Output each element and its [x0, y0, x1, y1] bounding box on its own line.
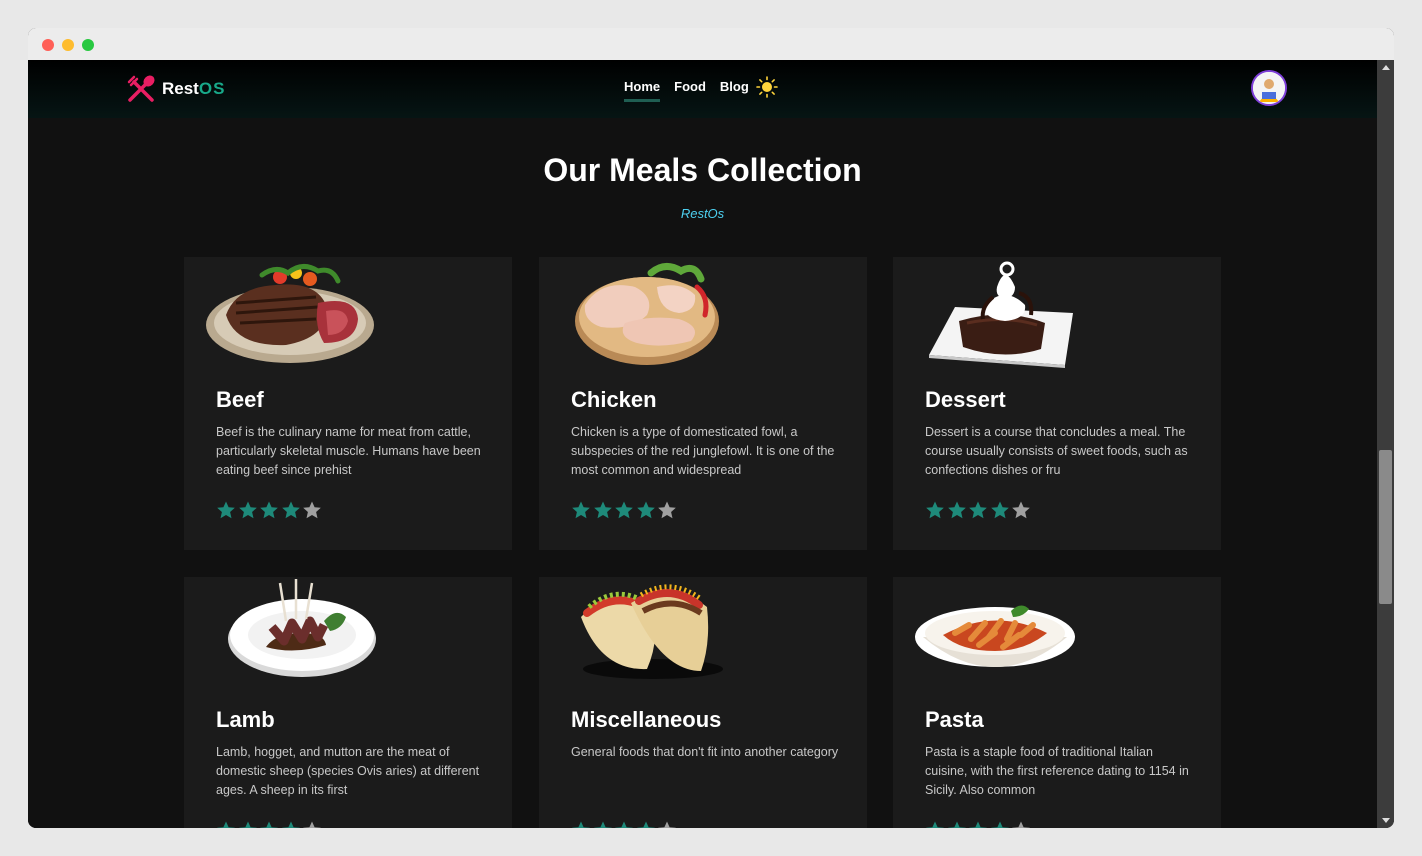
chicken-legs-board-image — [561, 257, 741, 377]
card-title: Miscellaneous — [571, 707, 722, 732]
star-rating — [571, 820, 679, 828]
star-empty-icon — [1012, 501, 1030, 519]
star-empty-icon — [1012, 821, 1030, 828]
star-filled-icon — [217, 501, 235, 519]
star-filled-icon — [990, 501, 1009, 519]
star-filled-icon — [593, 501, 612, 519]
star-filled-icon — [969, 501, 987, 519]
star-rating — [216, 820, 324, 828]
scroll-down-arrow-icon[interactable] — [1382, 818, 1390, 823]
card-title: Pasta — [925, 707, 984, 732]
spoon-fork-cross-icon — [126, 74, 156, 104]
meal-card-beef[interactable]: Beef Beef is the culinary name for meat … — [184, 257, 512, 550]
scrollbar-thumb[interactable] — [1379, 450, 1392, 604]
card-title: Beef — [216, 387, 264, 412]
navbar: RestOS Home Food Blog — [28, 60, 1377, 118]
nav-food-link[interactable]: Food — [674, 79, 706, 94]
sun-icon[interactable] — [756, 76, 778, 98]
star-filled-icon — [593, 821, 612, 828]
brand-name-accent: OS — [198, 79, 226, 98]
star-rating — [925, 820, 1033, 828]
brand-logo[interactable]: RestOS — [126, 74, 225, 104]
star-filled-icon — [572, 821, 590, 828]
card-description: Beef is the culinary name for meat from … — [216, 425, 481, 477]
vertical-scrollbar[interactable] — [1377, 60, 1394, 828]
tacos-image — [561, 577, 741, 697]
card-description: Lamb, hogget, and mutton are the meat of… — [216, 745, 480, 797]
star-filled-icon — [281, 501, 300, 519]
star-filled-icon — [969, 821, 987, 828]
window-titlebar — [28, 28, 1394, 60]
minimize-window-button[interactable] — [62, 39, 74, 51]
lamb-rack-plate-image — [206, 577, 386, 697]
star-filled-icon — [572, 501, 590, 519]
nav-home-link[interactable]: Home — [624, 79, 661, 102]
page-viewport: RestOS Home Food Blog Our Meals Collecti… — [28, 60, 1377, 828]
star-empty-icon — [303, 501, 321, 519]
card-title: Dessert — [925, 387, 1006, 412]
meal-card-chicken[interactable]: Chicken Chicken is a type of domesticate… — [539, 257, 867, 550]
star-filled-icon — [947, 501, 966, 519]
browser-window: RestOS Home Food Blog Our Meals Collecti… — [28, 28, 1394, 828]
penne-pasta-bowl-image — [915, 577, 1095, 697]
card-description: General foods that don't fit into anothe… — [571, 745, 839, 759]
steak-plate-image — [206, 257, 386, 377]
star-filled-icon — [281, 821, 300, 828]
star-filled-icon — [615, 501, 633, 519]
user-avatar[interactable] — [1251, 70, 1287, 106]
star-filled-icon — [990, 821, 1009, 828]
nav-blog-link[interactable]: Blog — [720, 79, 749, 94]
star-filled-icon — [217, 821, 235, 828]
page-subtitle: RestOs — [680, 206, 725, 221]
star-filled-icon — [238, 821, 257, 828]
star-filled-icon — [615, 821, 633, 828]
chocolate-cake-plate-image — [915, 257, 1095, 377]
meal-card-lamb[interactable]: Lamb Lamb, hogget, and mutton are the me… — [184, 577, 512, 828]
card-description: Dessert is a course that concludes a mea… — [925, 425, 1188, 477]
star-filled-icon — [260, 821, 278, 828]
card-title: Lamb — [216, 707, 275, 732]
close-window-button[interactable] — [42, 39, 54, 51]
brand-name: RestOS — [162, 79, 225, 99]
star-filled-icon — [926, 501, 944, 519]
star-empty-icon — [658, 821, 676, 828]
card-title: Chicken — [571, 387, 657, 412]
star-filled-icon — [260, 501, 278, 519]
star-filled-icon — [926, 821, 944, 828]
star-filled-icon — [636, 501, 655, 519]
meal-card-dessert[interactable]: Dessert Dessert is a course that conclud… — [893, 257, 1221, 550]
nav-links: Home Food Blog — [624, 79, 763, 102]
star-filled-icon — [636, 821, 655, 828]
card-description: Chicken is a type of domesticated fowl, … — [571, 425, 835, 477]
star-filled-icon — [238, 501, 257, 519]
brand-name-main: Rest — [162, 79, 199, 98]
star-empty-icon — [658, 501, 676, 519]
meal-card-pasta[interactable]: Pasta Pasta is a staple food of traditio… — [893, 577, 1221, 828]
star-empty-icon — [303, 821, 321, 828]
star-filled-icon — [947, 821, 966, 828]
star-rating — [925, 500, 1033, 520]
maximize-window-button[interactable] — [82, 39, 94, 51]
scroll-up-arrow-icon[interactable] — [1382, 65, 1390, 70]
star-rating — [571, 500, 679, 520]
card-description: Pasta is a staple food of traditional It… — [925, 745, 1189, 797]
meal-card-miscellaneous[interactable]: Miscellaneous General foods that don't f… — [539, 577, 867, 828]
page-title: Our Meals Collection — [543, 152, 862, 188]
star-rating — [216, 500, 324, 520]
